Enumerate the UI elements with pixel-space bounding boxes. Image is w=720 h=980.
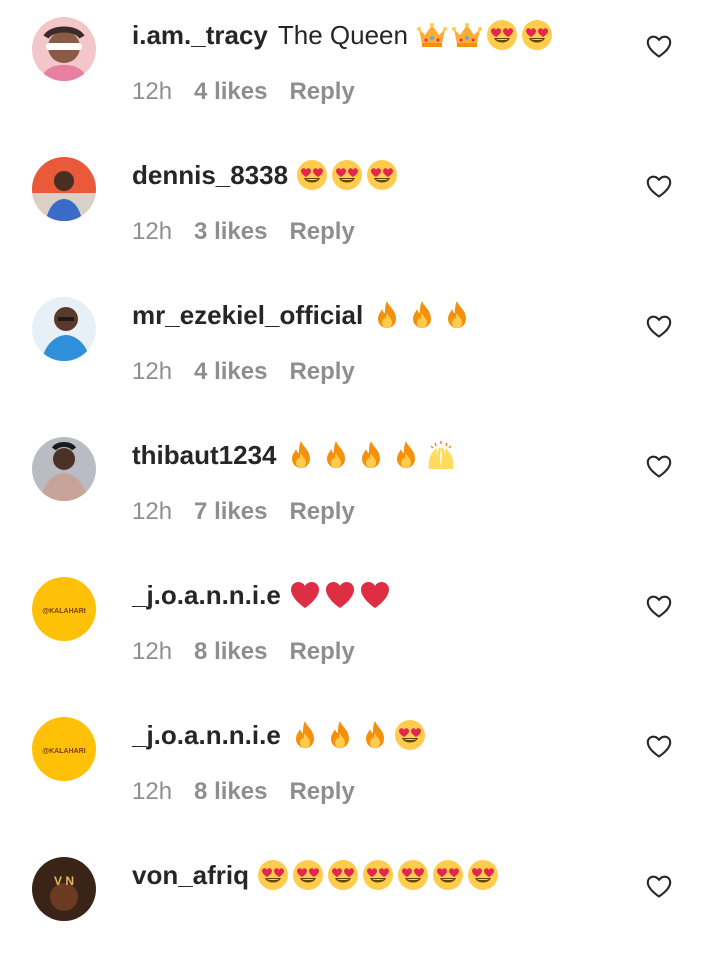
username-link[interactable]: _j.o.a.n.n.i.e xyxy=(132,720,281,751)
comment-emojis xyxy=(416,19,556,51)
likes-count[interactable]: 3 likes xyxy=(194,218,267,246)
like-heart-icon[interactable] xyxy=(645,452,673,480)
username-link[interactable]: _j.o.a.n.n.i.e xyxy=(132,580,281,611)
fire-emoji xyxy=(355,439,387,471)
comment-emojis xyxy=(289,719,429,751)
username-link[interactable]: i.am._tracy xyxy=(132,20,268,51)
fire-emoji xyxy=(289,719,321,751)
comment-timestamp: 12h xyxy=(132,778,173,805)
comment-timestamp: 12h xyxy=(132,218,173,245)
red-heart-emoji xyxy=(324,579,356,611)
comment-item: i.am._tracy The Queen 12h 4 likes Reply xyxy=(0,0,720,140)
avatar[interactable]: @KALAHARI xyxy=(32,717,96,781)
like-heart-icon[interactable] xyxy=(645,592,673,620)
avatar[interactable] xyxy=(32,157,96,221)
heart-eyes-emoji xyxy=(397,859,429,891)
heart-eyes-emoji xyxy=(467,859,499,891)
comment-item: thibaut1234 12h 7 likes Reply xyxy=(0,420,720,560)
reply-button[interactable]: Reply xyxy=(289,218,354,246)
heart-eyes-emoji xyxy=(366,159,398,191)
crown-emoji xyxy=(451,19,483,51)
comment-emojis xyxy=(257,859,502,891)
comment-meta: 12h 3 likes Reply xyxy=(132,218,355,246)
comment-timestamp: 12h xyxy=(132,498,173,525)
avatar[interactable]: @KALAHARI xyxy=(32,577,96,641)
comment-emojis xyxy=(296,159,401,191)
comment-emojis xyxy=(371,299,476,331)
comment-timestamp: 12h xyxy=(132,638,173,665)
like-heart-icon[interactable] xyxy=(645,32,673,60)
like-heart-icon[interactable] xyxy=(645,312,673,340)
like-heart-icon[interactable] xyxy=(645,872,673,900)
heart-eyes-emoji xyxy=(331,159,363,191)
crown-emoji xyxy=(416,19,448,51)
comment-item: @KALAHARI _j.o.a.n.n.i.e 12h 8 likes Reply xyxy=(0,700,720,840)
comment-meta: 12h 7 likes Reply xyxy=(132,498,355,526)
likes-count[interactable]: 8 likes xyxy=(194,638,267,666)
comment-body: mr_ezekiel_official xyxy=(132,295,476,335)
reply-button[interactable]: Reply xyxy=(289,78,354,106)
heart-eyes-emoji xyxy=(327,859,359,891)
username-link[interactable]: mr_ezekiel_official xyxy=(132,300,363,331)
comment-timestamp: 12h xyxy=(132,78,173,105)
reply-button[interactable]: Reply xyxy=(289,778,354,806)
comment-timestamp: 12h xyxy=(132,358,173,385)
fire-emoji xyxy=(285,439,317,471)
username-link[interactable]: dennis_8338 xyxy=(132,160,288,191)
heart-eyes-emoji xyxy=(257,859,289,891)
likes-count[interactable]: 4 likes xyxy=(194,78,267,106)
comment-meta: 12h 8 likes Reply xyxy=(132,778,355,806)
comment-item: V N von_afriq xyxy=(0,840,720,980)
comment-body: von_afriq xyxy=(132,855,502,895)
comment-meta: 12h 4 likes Reply xyxy=(132,358,355,386)
username-link[interactable]: thibaut1234 xyxy=(132,440,277,471)
comment-body: thibaut1234 xyxy=(132,435,460,475)
heart-eyes-emoji xyxy=(292,859,324,891)
likes-count[interactable]: 7 likes xyxy=(194,498,267,526)
reply-button[interactable]: Reply xyxy=(289,638,354,666)
comment-body: _j.o.a.n.n.i.e xyxy=(132,715,429,755)
comment-text: The Queen xyxy=(277,19,408,50)
username-link[interactable]: von_afriq xyxy=(132,860,249,891)
svg-text:@KALAHARI: @KALAHARI xyxy=(42,608,85,615)
avatar[interactable]: V N xyxy=(32,857,96,921)
red-heart-emoji xyxy=(359,579,391,611)
red-heart-emoji xyxy=(289,579,321,611)
heart-eyes-emoji xyxy=(362,859,394,891)
comment-meta: 12h 4 likes Reply xyxy=(132,78,355,106)
reply-button[interactable]: Reply xyxy=(289,498,354,526)
fire-emoji xyxy=(406,299,438,331)
like-heart-icon[interactable] xyxy=(645,732,673,760)
fire-emoji xyxy=(390,439,422,471)
raising-hands-emoji xyxy=(425,439,457,471)
fire-emoji xyxy=(371,299,403,331)
comment-body: _j.o.a.n.n.i.e xyxy=(132,575,394,615)
heart-eyes-emoji xyxy=(394,719,426,751)
avatar[interactable] xyxy=(32,17,96,81)
avatar[interactable] xyxy=(32,437,96,501)
fire-emoji xyxy=(441,299,473,331)
comment-item: mr_ezekiel_official 12h 4 likes Reply xyxy=(0,280,720,420)
svg-text:V N: V N xyxy=(54,874,74,888)
comment-emojis xyxy=(285,439,460,471)
avatar[interactable] xyxy=(32,297,96,361)
comment-body: dennis_8338 xyxy=(132,155,401,195)
heart-eyes-emoji xyxy=(296,159,328,191)
comment-body: i.am._tracy The Queen xyxy=(132,15,556,55)
likes-count[interactable]: 4 likes xyxy=(194,358,267,386)
heart-eyes-emoji xyxy=(521,19,553,51)
reply-button[interactable]: Reply xyxy=(289,358,354,386)
comment-item: dennis_8338 12h 3 likes Reply xyxy=(0,140,720,280)
comment-meta: 12h 8 likes Reply xyxy=(132,638,355,666)
comment-emojis xyxy=(289,579,394,611)
svg-text:@KALAHARI: @KALAHARI xyxy=(42,748,85,755)
fire-emoji xyxy=(324,719,356,751)
fire-emoji xyxy=(359,719,391,751)
likes-count[interactable]: 8 likes xyxy=(194,778,267,806)
heart-eyes-emoji xyxy=(432,859,464,891)
comment-item: @KALAHARI _j.o.a.n.n.i.e 12h 8 likes Reply xyxy=(0,560,720,700)
like-heart-icon[interactable] xyxy=(645,172,673,200)
heart-eyes-emoji xyxy=(486,19,518,51)
fire-emoji xyxy=(320,439,352,471)
